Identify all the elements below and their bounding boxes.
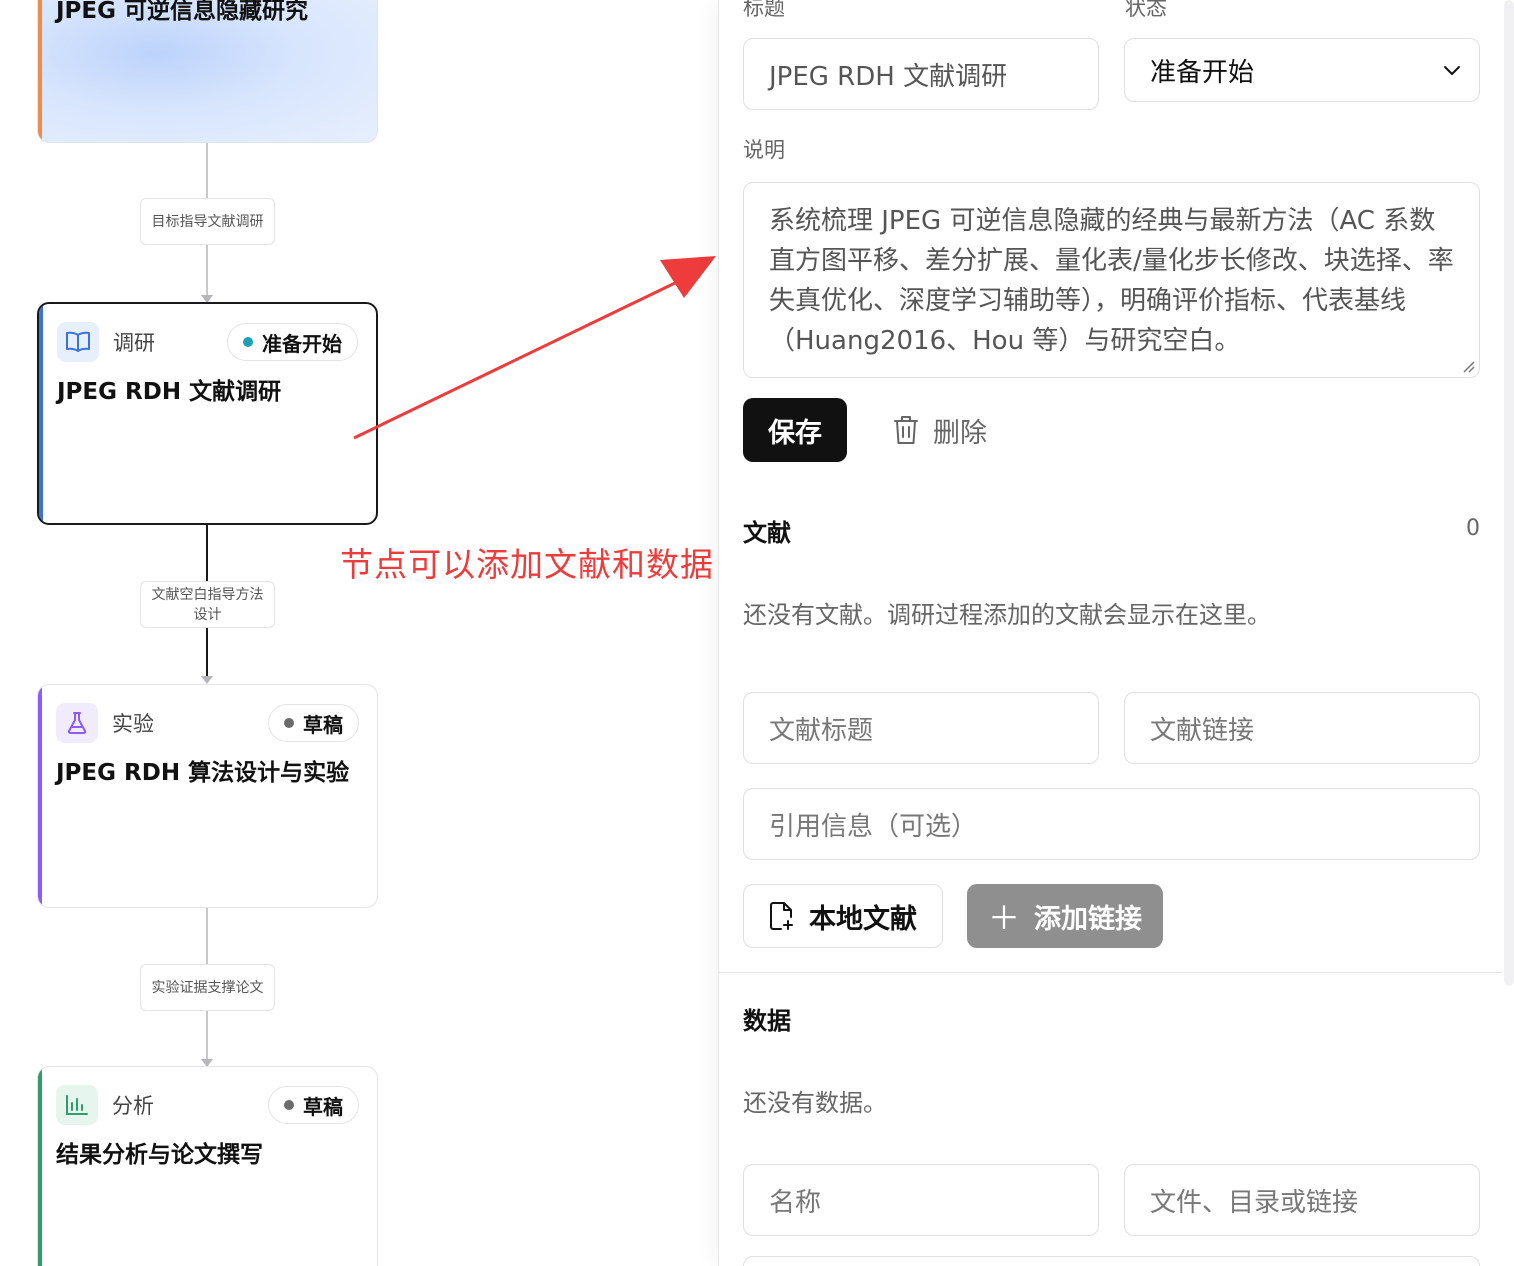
workflow-canvas[interactable]: JPEG 可逆信息隐藏研究 目标指导文献调研 调研 准备开始 JPEG RDH … bbox=[0, 0, 718, 1266]
save-button[interactable]: 保存 bbox=[743, 398, 847, 462]
description-textarea[interactable]: 系统梳理 JPEG 可逆信息隐藏的经典与最新方法（AC 系数直方图平移、差分扩展… bbox=[743, 182, 1480, 378]
resize-grip-icon[interactable] bbox=[1461, 359, 1475, 373]
data-section-title: 数据 bbox=[743, 1007, 791, 1035]
refs-empty-text: 还没有文献。调研过程添加的文献会显示在这里。 bbox=[743, 601, 1271, 629]
node-detail-panel: 标题 状态 JPEG RDH 文献调研 准备开始 说明 系统梳理 JPEG 可逆… bbox=[718, 0, 1514, 1266]
plus-icon: ＋ bbox=[987, 899, 1020, 937]
local-ref-label: 本地文献 bbox=[809, 903, 917, 935]
title-input[interactable]: JPEG RDH 文献调研 bbox=[743, 38, 1099, 110]
data-empty-text: 还没有数据。 bbox=[743, 1089, 887, 1117]
description-text: 系统梳理 JPEG 可逆信息隐藏的经典与最新方法（AC 系数直方图平移、差分扩展… bbox=[769, 206, 1454, 356]
add-link-button[interactable]: ＋ 添加链接 bbox=[967, 884, 1163, 948]
status-label: 状态 bbox=[1125, 0, 1167, 20]
local-ref-button[interactable]: 本地文献 bbox=[743, 884, 943, 948]
add-link-label: 添加链接 bbox=[1034, 903, 1142, 935]
data-path-input[interactable]: 文件、目录或链接 bbox=[1124, 1164, 1480, 1236]
panel-scrollbar[interactable] bbox=[1504, 0, 1514, 986]
description-label: 说明 bbox=[743, 138, 785, 162]
delete-button[interactable]: 删除 bbox=[893, 398, 987, 462]
status-select[interactable]: 准备开始 bbox=[1124, 38, 1480, 102]
status-select-value: 准备开始 bbox=[1150, 57, 1255, 88]
ref-link-input[interactable]: 文献链接 bbox=[1124, 692, 1480, 764]
annotation-arrow bbox=[353, 256, 716, 440]
trash-icon bbox=[894, 416, 918, 444]
next-input[interactable] bbox=[743, 1256, 1480, 1266]
file-plus-icon bbox=[770, 902, 793, 930]
data-name-input[interactable]: 名称 bbox=[743, 1164, 1099, 1236]
refs-section-title: 文献 bbox=[743, 519, 791, 547]
refs-count: 0 bbox=[1466, 516, 1480, 541]
section-divider bbox=[719, 972, 1502, 973]
delete-label: 删除 bbox=[933, 417, 987, 449]
ref-title-input[interactable]: 文献标题 bbox=[743, 692, 1099, 764]
chevron-down-icon bbox=[1444, 66, 1460, 75]
annotation-text: 节点可以添加文献和数据 bbox=[340, 545, 714, 584]
title-label: 标题 bbox=[743, 0, 785, 20]
citation-input[interactable]: 引用信息（可选） bbox=[743, 788, 1480, 860]
